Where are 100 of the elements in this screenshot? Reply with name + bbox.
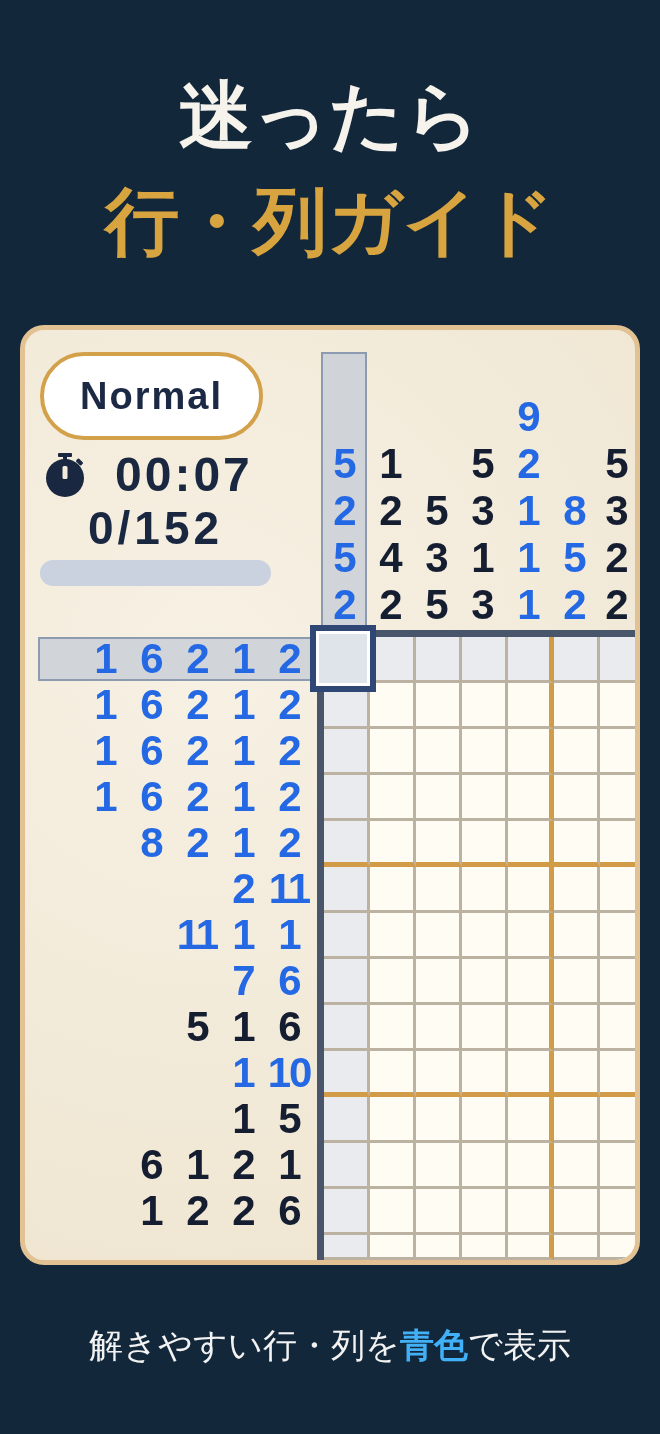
grid-cell[interactable] <box>370 729 416 775</box>
grid-cell[interactable] <box>508 1235 554 1260</box>
grid-cell[interactable] <box>600 1143 635 1189</box>
grid-cell[interactable] <box>600 1097 635 1143</box>
grid-cell[interactable] <box>462 775 508 821</box>
grid-cell[interactable] <box>462 1005 508 1051</box>
grid-cell[interactable] <box>600 1005 635 1051</box>
grid-cell[interactable] <box>600 1189 635 1235</box>
grid-cell[interactable] <box>416 637 462 683</box>
grid-cell[interactable] <box>508 683 554 729</box>
grid-cell[interactable] <box>600 1235 635 1260</box>
grid-cell[interactable] <box>462 1097 508 1143</box>
grid-cell[interactable] <box>554 913 600 959</box>
grid-cell[interactable] <box>462 1235 508 1260</box>
grid-cell[interactable] <box>462 959 508 1005</box>
grid-cell[interactable] <box>508 775 554 821</box>
grid-cell[interactable] <box>600 775 635 821</box>
grid-cell[interactable] <box>554 775 600 821</box>
grid-cell[interactable] <box>370 1097 416 1143</box>
grid-cell[interactable] <box>600 683 635 729</box>
grid-cell[interactable] <box>324 1051 370 1097</box>
grid-cell[interactable] <box>554 1143 600 1189</box>
grid-cell[interactable] <box>370 683 416 729</box>
grid-cell[interactable] <box>462 1189 508 1235</box>
grid-cell[interactable] <box>370 1143 416 1189</box>
grid-cell[interactable] <box>600 637 635 683</box>
grid-cell[interactable] <box>370 1235 416 1260</box>
grid-cell[interactable] <box>324 867 370 913</box>
grid-cell[interactable] <box>508 1143 554 1189</box>
grid-cell[interactable] <box>370 867 416 913</box>
grid-cell[interactable] <box>370 959 416 1005</box>
grid-cell[interactable] <box>508 959 554 1005</box>
grid-cell[interactable] <box>554 959 600 1005</box>
grid-cell[interactable] <box>462 867 508 913</box>
grid-cell[interactable] <box>462 683 508 729</box>
grid-cell[interactable] <box>324 913 370 959</box>
grid-cell[interactable] <box>554 637 600 683</box>
grid-cell[interactable] <box>554 1097 600 1143</box>
grid-cell[interactable] <box>324 1235 370 1260</box>
grid-cell[interactable] <box>462 1143 508 1189</box>
grid-cell[interactable] <box>416 1097 462 1143</box>
grid-cell[interactable] <box>554 1051 600 1097</box>
clue-number: 1 <box>232 683 254 727</box>
clue-number: 11 <box>176 913 218 957</box>
grid-cell[interactable] <box>462 1051 508 1097</box>
difficulty-button[interactable]: Normal <box>40 352 263 440</box>
grid-cell[interactable] <box>324 775 370 821</box>
grid-cell[interactable] <box>370 1189 416 1235</box>
grid-cell[interactable] <box>416 729 462 775</box>
grid-cell[interactable] <box>324 1143 370 1189</box>
grid-cell[interactable] <box>370 775 416 821</box>
grid-cell[interactable] <box>554 1235 600 1260</box>
grid-cell[interactable] <box>554 729 600 775</box>
grid-cell[interactable] <box>508 1189 554 1235</box>
grid-cell[interactable] <box>324 1097 370 1143</box>
grid-cell[interactable] <box>508 821 554 867</box>
grid-cell[interactable] <box>416 775 462 821</box>
grid-cell[interactable] <box>416 1051 462 1097</box>
grid-cell[interactable] <box>600 1051 635 1097</box>
grid-cell[interactable] <box>416 1143 462 1189</box>
grid-cell[interactable] <box>462 729 508 775</box>
grid-cell[interactable] <box>554 1189 600 1235</box>
clue-number: 1 <box>232 821 254 865</box>
grid-cell[interactable] <box>462 821 508 867</box>
grid-cell[interactable] <box>462 913 508 959</box>
clue-number: 2 <box>186 775 208 819</box>
grid-cell[interactable] <box>416 959 462 1005</box>
grid-cell[interactable] <box>416 1189 462 1235</box>
grid-cell[interactable] <box>416 683 462 729</box>
grid-cell[interactable] <box>600 959 635 1005</box>
grid-cell[interactable] <box>508 1097 554 1143</box>
grid-cell[interactable] <box>324 1189 370 1235</box>
grid-cell[interactable] <box>600 867 635 913</box>
grid-cell[interactable] <box>370 1051 416 1097</box>
grid-cell[interactable] <box>416 821 462 867</box>
grid-cell[interactable] <box>324 729 370 775</box>
grid-cell[interactable] <box>324 821 370 867</box>
grid-cell[interactable] <box>416 1005 462 1051</box>
grid-cell[interactable] <box>508 867 554 913</box>
grid-cell[interactable] <box>370 821 416 867</box>
grid-cell[interactable] <box>416 867 462 913</box>
grid-cell[interactable] <box>324 959 370 1005</box>
grid-cell[interactable] <box>554 821 600 867</box>
grid-cell[interactable] <box>370 1005 416 1051</box>
grid-cell[interactable] <box>370 913 416 959</box>
grid-cell[interactable] <box>324 1005 370 1051</box>
grid-cell[interactable] <box>462 637 508 683</box>
grid-cell[interactable] <box>554 867 600 913</box>
grid-cell[interactable] <box>508 637 554 683</box>
grid-cell[interactable] <box>416 1235 462 1260</box>
grid-cell[interactable] <box>600 821 635 867</box>
grid-cell[interactable] <box>508 729 554 775</box>
grid-cell[interactable] <box>554 683 600 729</box>
grid-cell[interactable] <box>416 913 462 959</box>
grid-cell[interactable] <box>554 1005 600 1051</box>
grid-cell[interactable] <box>600 913 635 959</box>
grid-cell[interactable] <box>508 1051 554 1097</box>
grid-cell[interactable] <box>600 729 635 775</box>
grid-cell[interactable] <box>508 1005 554 1051</box>
grid-cell[interactable] <box>508 913 554 959</box>
